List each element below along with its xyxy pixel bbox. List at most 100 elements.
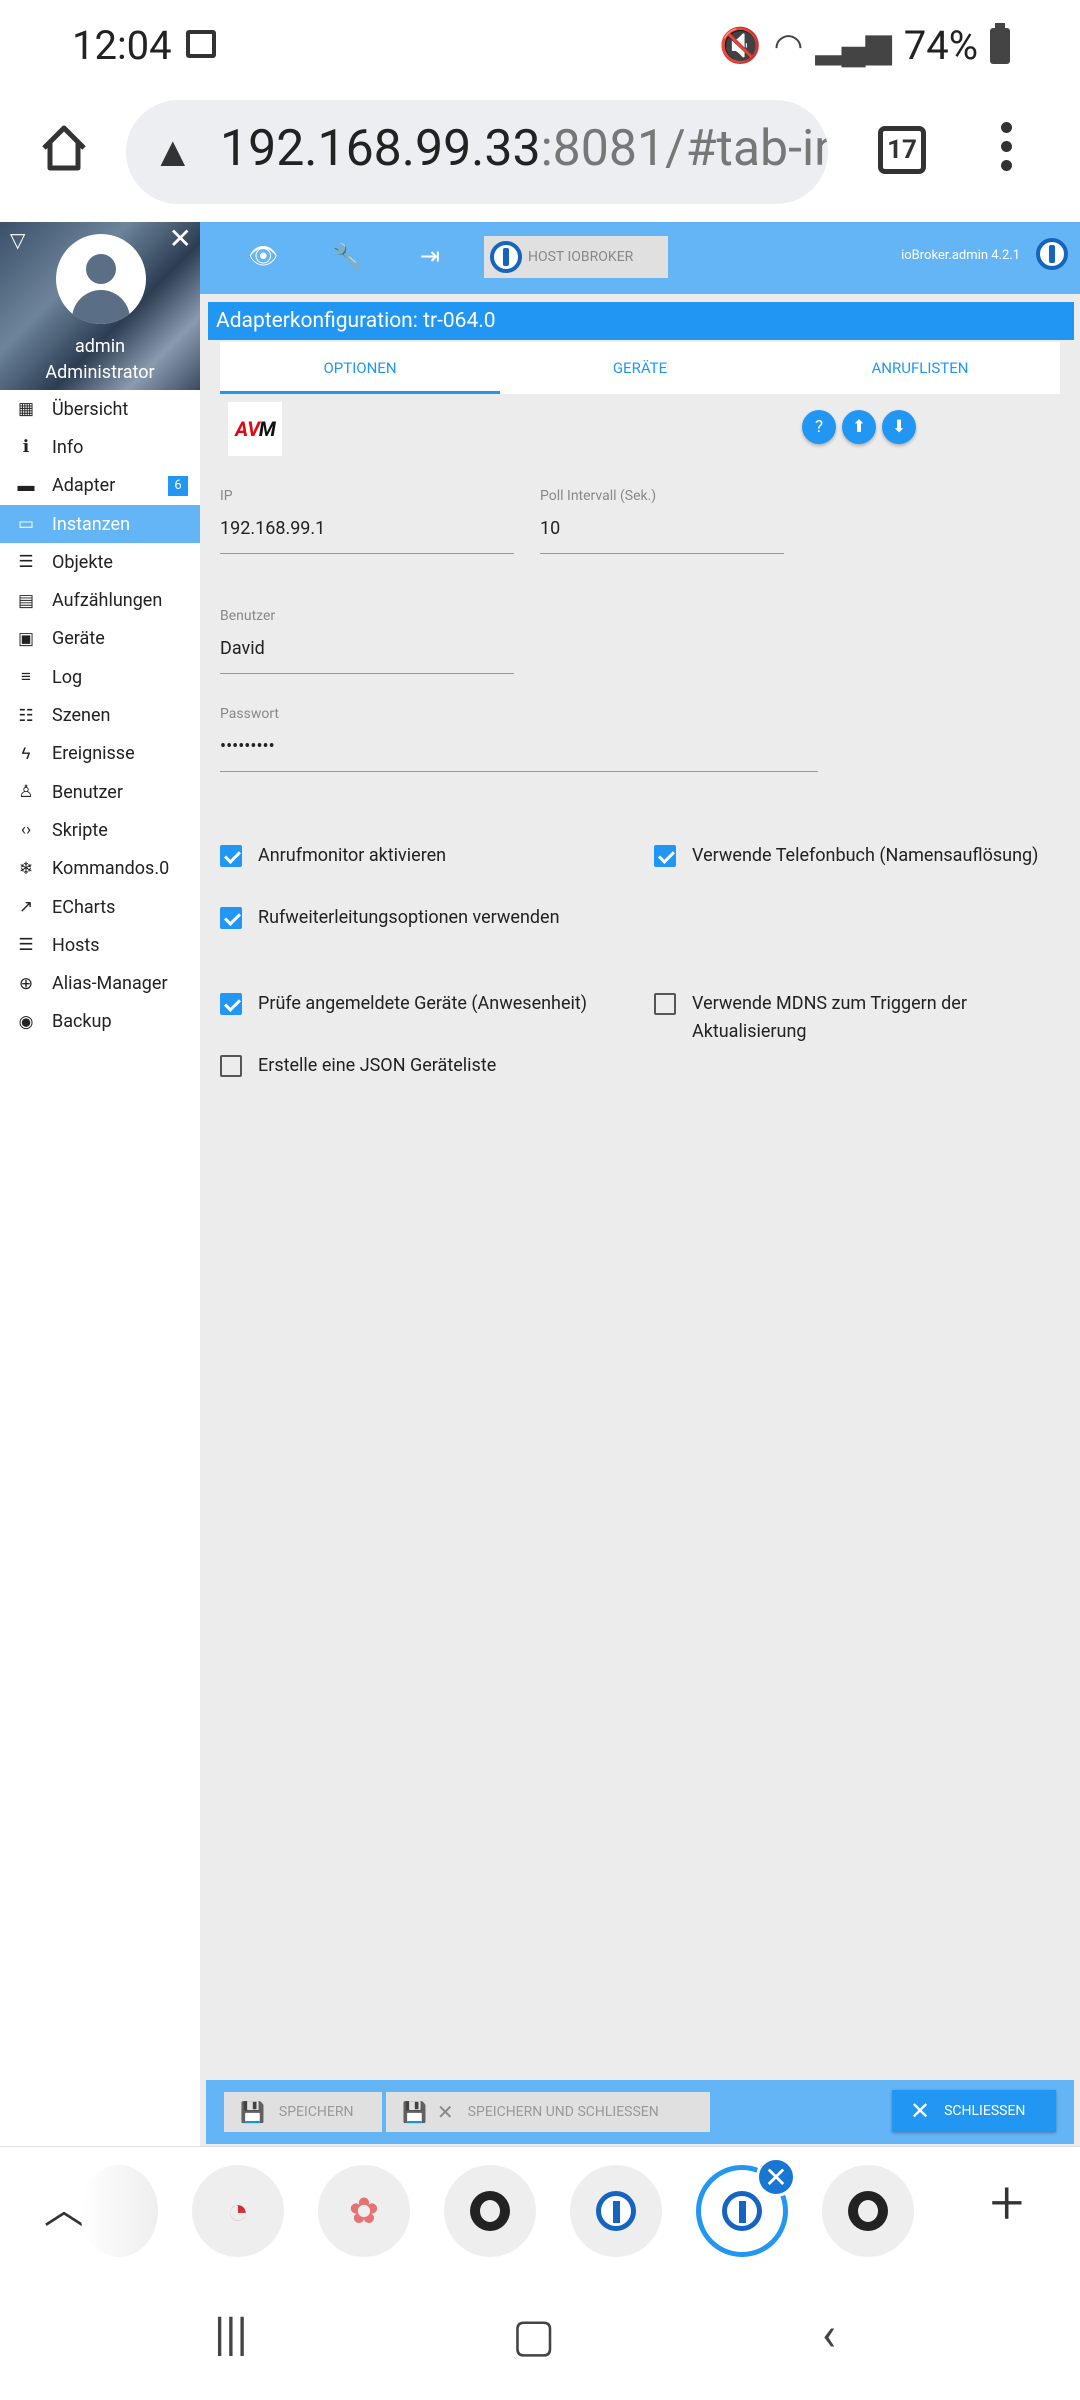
version-label: ioBroker.admin 4.2.1 [901, 248, 1020, 263]
poll-interval-field[interactable]: Poll Intervall (Sek.) 10 [540, 488, 784, 554]
gallery-notification-icon [186, 30, 216, 58]
ip-field[interactable]: IP 192.168.99.1 [220, 488, 514, 554]
eye-icon[interactable]: 👁 [248, 242, 278, 270]
checkbox-anrufmonitor[interactable]: Anrufmonitor aktivieren [220, 842, 446, 870]
snowflake-icon: ❄ [18, 858, 34, 879]
save-button[interactable]: 💾 SPEICHERN [224, 2092, 382, 2132]
back-icon[interactable]: ‹ [822, 2308, 836, 2362]
chevron-up-icon[interactable]: ︿ [44, 2177, 84, 2235]
tab-geraete[interactable]: GERÄTE [500, 342, 780, 394]
save-close-button[interactable]: 💾 ✕ SPEICHERN UND SCHLIESSEN [386, 2092, 710, 2132]
close-icon: ✕ [436, 2100, 454, 2124]
sidebar-item-info[interactable]: ℹ Info [0, 428, 200, 466]
sidebar-item-label: Aufzählungen [52, 590, 163, 612]
browser-url-bar: ▲ 192.168.99.33:8081/#tab-ins 17 [0, 92, 1080, 222]
list-icon: ☰ [18, 552, 34, 573]
password-input[interactable]: ••••••••• [220, 736, 818, 772]
scenes-icon: ☷ [18, 705, 34, 726]
home-icon[interactable] [38, 122, 90, 174]
floppy-icon: 💾 [240, 2100, 265, 2124]
download-button[interactable]: ⬇ [882, 410, 916, 444]
code-icon: ‹› [20, 820, 32, 841]
collapse-triangle-icon[interactable]: ▽ [10, 228, 25, 252]
sidebar-item-label: Alias-Manager [52, 973, 168, 995]
wrench-icon[interactable]: 🔧 [332, 242, 362, 270]
sidebar-item-skripte[interactable]: ‹› Skripte [0, 811, 200, 849]
tab-anruflisten[interactable]: ANRUFLISTEN [780, 342, 1060, 394]
url-host: 192.168.99.33 [220, 120, 541, 178]
signal-icon: ▂▄▆ [815, 25, 892, 66]
sidebar-item-alias-manager[interactable]: ⊕ Alias-Manager [0, 964, 200, 1002]
user-icon: ♙ [18, 782, 34, 803]
help-button[interactable]: ? [802, 410, 836, 444]
tab-thumbnail[interactable] [80, 2165, 158, 2257]
address-field[interactable]: ▲ 192.168.99.33:8081/#tab-ins [126, 100, 828, 204]
tab-optionen[interactable]: OPTIONEN [220, 342, 500, 394]
sidebar-item-ger-te[interactable]: ▣ Geräte [0, 620, 200, 658]
github-icon [848, 2191, 888, 2231]
dialog-title: Adapterkonfiguration: tr-064.0 [208, 302, 1074, 340]
warning-icon[interactable]: ▲ [152, 128, 194, 177]
exit-icon[interactable]: ⇥ [420, 242, 440, 270]
tab-thumbnail[interactable] [444, 2165, 536, 2257]
tab-thumbnail[interactable] [822, 2165, 914, 2257]
info-icon: ℹ [22, 437, 30, 458]
sidebar-item-szenen[interactable]: ☷ Szenen [0, 696, 200, 734]
password-field[interactable]: Passwort ••••••••• [220, 706, 818, 772]
sidebar-item-label: ECharts [52, 896, 116, 918]
battery-icon [990, 22, 1010, 64]
tab-thumbnail[interactable]: ◔ [192, 2165, 284, 2257]
sidebar-item-label: Log [52, 666, 83, 688]
checkbox-json[interactable]: Erstelle eine JSON Geräteliste [220, 1052, 496, 1080]
checkbox-anwesenheit[interactable]: Prüfe angemeldete Geräte (Anwesenheit) [220, 990, 587, 1018]
sidebar-item-objekte[interactable]: ☰ Objekte [0, 543, 200, 581]
upload-button[interactable]: ⬆ [842, 410, 876, 444]
sidebar-item-kommandos-0[interactable]: ❄ Kommandos.0 [0, 850, 200, 888]
sidebar-item-aufz-hlungen[interactable]: ▤ Aufzählungen [0, 581, 200, 619]
sidebar-item-label: Hosts [52, 934, 100, 956]
instances-icon: ▭ [17, 514, 35, 535]
user-input[interactable]: David [220, 638, 514, 674]
sidebar-item-benutzer[interactable]: ♙ Benutzer [0, 773, 200, 811]
sidebar: ▽ ✕ admin Administrator ▦ Übersicht ℹ Info ▬… [0, 222, 200, 2146]
more-menu-icon[interactable] [998, 122, 1014, 178]
sidebar-item-instanzen[interactable]: ▭ Instanzen [0, 504, 200, 544]
poll-interval-input[interactable]: 10 [540, 518, 784, 554]
close-button[interactable]: ✕ SCHLIESSEN [892, 2090, 1056, 2132]
new-tab-icon[interactable]: + [990, 2167, 1024, 2238]
checkbox-rufweiterleitung[interactable]: Rufweiterleitungsoptionen verwenden [220, 904, 560, 932]
status-time: 12:04 [72, 22, 172, 69]
sidebar-item-log[interactable]: ≡ Log [0, 658, 200, 696]
sidebar-item-echarts[interactable]: ↗ ECharts [0, 888, 200, 926]
sidebar-nav: ▦ Übersicht ℹ Info ▬ Adapter 6 ▭ Instanzen ☰ Objek… [0, 390, 200, 1041]
sidebar-item-label: Backup [52, 1011, 112, 1033]
tab-thumbnail[interactable] [570, 2165, 662, 2257]
status-bar: 12:04 🔇 ◠ ▂▄▆ 74% [0, 0, 1080, 92]
close-tab-icon[interactable]: ✕ [756, 2157, 796, 2197]
user-field[interactable]: Benutzer David [220, 608, 514, 674]
user-profile: ▽ ✕ admin Administrator [0, 222, 200, 390]
home-nav-icon[interactable]: ▢ [512, 2308, 555, 2363]
sidebar-item--bersicht[interactable]: ▦ Übersicht [0, 390, 200, 428]
backup-icon: ◉ [18, 1011, 34, 1032]
sidebar-item-adapter[interactable]: ▬ Adapter 6 [0, 467, 200, 505]
close-sidebar-icon[interactable]: ✕ [169, 222, 192, 255]
ip-input[interactable]: 192.168.99.1 [220, 518, 514, 554]
tab-switcher-button[interactable]: 17 [878, 126, 926, 174]
sidebar-item-hosts[interactable]: ☰ Hosts [0, 926, 200, 964]
close-icon: ✕ [910, 2097, 931, 2125]
sidebar-item-label: Adapter [52, 475, 116, 497]
checkbox-telefonbuch[interactable]: Verwende Telefonbuch (Namensauflösung) [654, 842, 1038, 870]
sidebar-item-ereignisse[interactable]: ϟ Ereignisse [0, 735, 200, 773]
checkbox-mdns[interactable]: Verwende MDNS zum Triggern der Aktualisi… [654, 990, 1064, 1046]
tab-thumbnail[interactable]: ✿ [318, 2165, 410, 2257]
iobroker-logo-icon [596, 2191, 636, 2231]
recent-apps-icon[interactable]: ||| [214, 2308, 248, 2362]
sidebar-item-backup[interactable]: ◉ Backup [0, 1003, 200, 1041]
host-label: HOST IOBROKER [528, 249, 634, 265]
host-button[interactable]: HOST IOBROKER [484, 236, 668, 278]
alias-icon: ⊕ [18, 973, 34, 994]
browser-tab-tray: ︿ ◔ ✿ ✕ + [0, 2146, 1080, 2272]
app-area: ▽ ✕ admin Administrator ▦ Übersicht ℹ Info ▬… [0, 222, 1080, 2146]
sidebar-item-label: Übersicht [52, 398, 129, 420]
